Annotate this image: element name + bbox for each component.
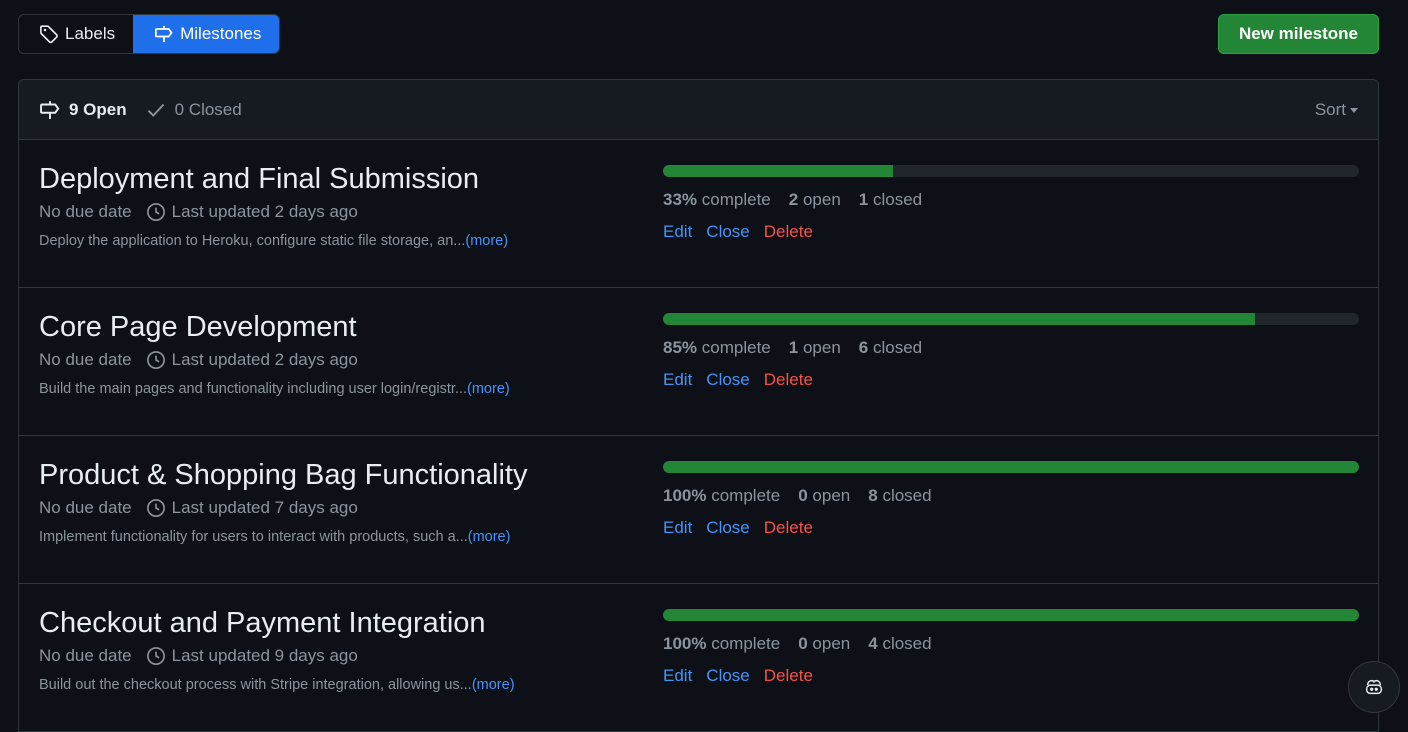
open-label: open	[812, 486, 851, 505]
clock-icon	[146, 351, 165, 369]
open-label: open	[812, 634, 851, 653]
milestone-row: Checkout and Payment Integration No due …	[19, 584, 1378, 732]
delete-link[interactable]: Delete	[764, 518, 813, 538]
open-count: 9 Open	[69, 99, 127, 119]
milestone-title[interactable]: Core Page Development	[39, 310, 599, 344]
chevron-down-icon	[1350, 108, 1358, 113]
open-milestones-filter[interactable]: 9 Open	[39, 99, 127, 121]
open-label: open	[802, 338, 841, 357]
milestones-list: 9 Open 0 Closed Sort Deployment and Fina…	[18, 79, 1379, 732]
milestones-toolbar: Labels Milestones New milestone	[18, 14, 1379, 54]
edit-link[interactable]: Edit	[663, 370, 692, 390]
tab-labels-label: Labels	[65, 24, 116, 43]
progress-fill	[663, 313, 1255, 325]
tag-icon	[40, 25, 58, 44]
more-link[interactable]: (more)	[468, 529, 511, 545]
closed-issues-count: 1	[858, 190, 869, 209]
progress-bar	[663, 609, 1359, 621]
milestone-description: Build out the checkout process with Stri…	[39, 677, 472, 693]
more-link[interactable]: (more)	[472, 677, 515, 693]
tab-milestones[interactable]: Milestones	[133, 15, 280, 53]
labels-milestones-toggle: Labels Milestones	[18, 14, 281, 54]
close-link[interactable]: Close	[706, 518, 749, 538]
tab-milestones-label: Milestones	[180, 24, 262, 43]
edit-link[interactable]: Edit	[663, 222, 692, 242]
complete-label: complete	[701, 338, 771, 357]
closed-label: closed	[882, 486, 932, 505]
clock-icon	[146, 499, 165, 517]
tab-labels[interactable]: Labels	[19, 15, 133, 53]
progress-bar	[663, 461, 1359, 473]
sort-label: Sort	[1314, 99, 1346, 119]
milestone-description: Deploy the application to Heroku, config…	[39, 233, 466, 249]
closed-label: closed	[872, 338, 923, 357]
closed-issues-count: 6	[858, 338, 869, 357]
progress-bar	[663, 165, 1359, 177]
closed-milestones-filter[interactable]: 0 Closed	[145, 99, 242, 121]
clock-icon	[146, 203, 165, 221]
percent-complete: 33%	[663, 190, 698, 209]
complete-label: complete	[701, 190, 771, 209]
open-issues-count: 0	[798, 486, 808, 505]
close-link[interactable]: Close	[706, 370, 749, 390]
closed-issues-count: 4	[868, 634, 878, 653]
open-issues-count: 2	[788, 190, 799, 209]
last-updated: Last updated 2 days ago	[171, 202, 358, 221]
check-icon	[147, 103, 164, 117]
due-date: No due date	[39, 350, 132, 369]
due-date: No due date	[39, 646, 132, 665]
closed-label: closed	[882, 634, 932, 653]
close-link[interactable]: Close	[706, 222, 749, 242]
more-link[interactable]: (more)	[467, 381, 510, 397]
percent-complete: 85%	[663, 338, 698, 357]
milestone-row: Core Page Development No due date Last u…	[19, 288, 1378, 436]
last-updated: Last updated 2 days ago	[171, 350, 358, 369]
milestone-row: Deployment and Final Submission No due d…	[19, 140, 1378, 288]
close-link[interactable]: Close	[706, 666, 749, 686]
edit-link[interactable]: Edit	[663, 666, 692, 686]
edit-link[interactable]: Edit	[663, 518, 692, 538]
percent-complete: 100%	[663, 634, 707, 653]
milestone-description: Build the main pages and functionality i…	[39, 381, 468, 397]
delete-link[interactable]: Delete	[764, 222, 813, 242]
delete-link[interactable]: Delete	[764, 370, 813, 390]
last-updated: Last updated 7 days ago	[171, 498, 358, 517]
progress-bar	[663, 313, 1359, 325]
milestone-icon	[40, 100, 60, 119]
milestone-title[interactable]: Checkout and Payment Integration	[39, 606, 599, 640]
milestones-list-header: 9 Open 0 Closed Sort	[19, 80, 1378, 140]
milestone-title[interactable]: Product & Shopping Bag Functionality	[39, 458, 599, 492]
copilot-button[interactable]	[1348, 661, 1400, 713]
milestone-description: Implement functionality for users to int…	[39, 529, 468, 545]
progress-fill	[663, 461, 1359, 473]
more-link[interactable]: (more)	[465, 233, 508, 249]
closed-issues-count: 8	[868, 486, 878, 505]
delete-link[interactable]: Delete	[764, 666, 813, 686]
copilot-icon	[1365, 679, 1383, 695]
open-issues-count: 0	[798, 634, 808, 653]
complete-label: complete	[711, 634, 781, 653]
open-issues-count: 1	[788, 338, 799, 357]
due-date: No due date	[39, 202, 132, 221]
due-date: No due date	[39, 498, 132, 517]
milestone-title[interactable]: Deployment and Final Submission	[39, 162, 599, 196]
milestone-row: Product & Shopping Bag Functionality No …	[19, 436, 1378, 584]
closed-count: 0 Closed	[174, 99, 242, 119]
progress-fill	[663, 165, 893, 177]
new-milestone-button[interactable]: New milestone	[1217, 14, 1379, 54]
open-label: open	[802, 190, 841, 209]
complete-label: complete	[711, 486, 781, 505]
milestone-icon	[155, 25, 173, 43]
closed-label: closed	[872, 190, 923, 209]
clock-icon	[146, 647, 165, 665]
progress-fill	[663, 609, 1359, 621]
last-updated: Last updated 9 days ago	[171, 646, 358, 665]
percent-complete: 100%	[663, 486, 707, 505]
sort-dropdown[interactable]: Sort	[1315, 100, 1358, 120]
